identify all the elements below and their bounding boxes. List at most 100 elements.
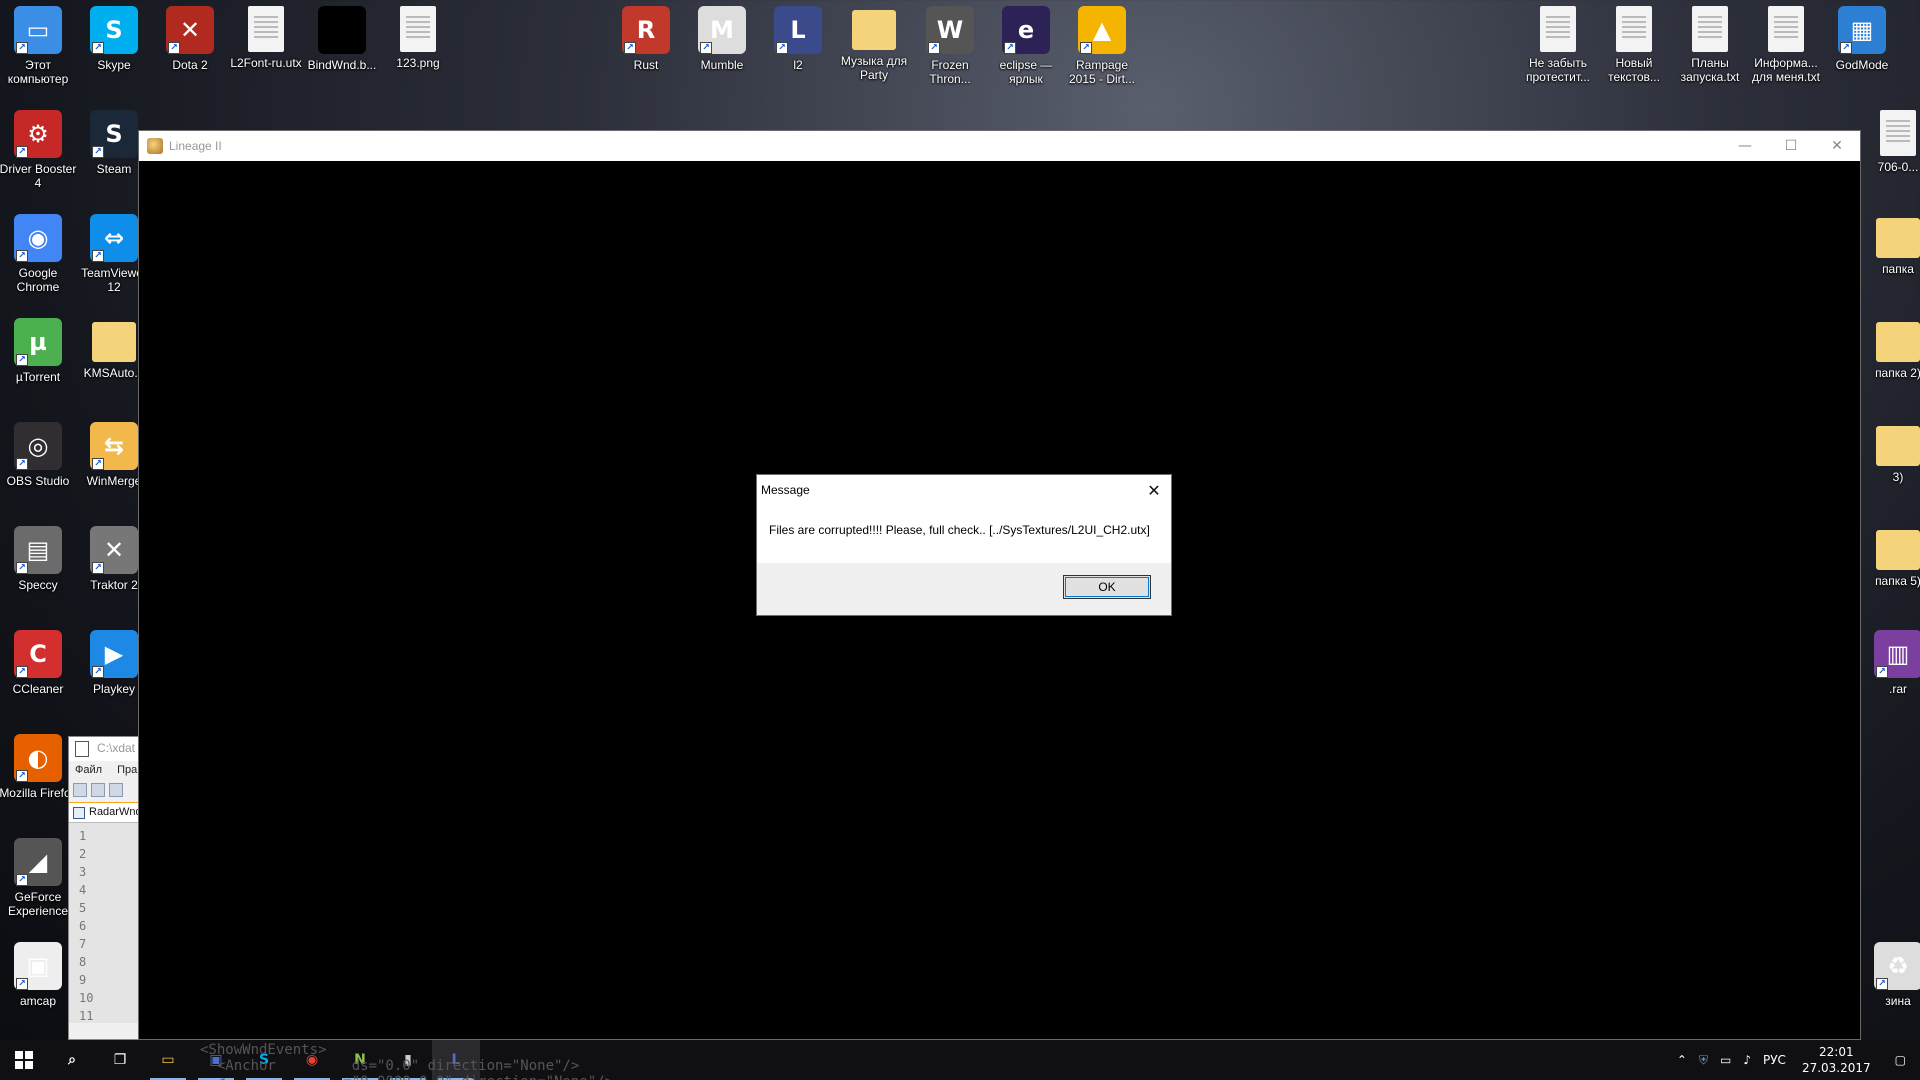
dialog-close-button[interactable]: ✕ <box>1143 479 1165 501</box>
folder-icon <box>92 322 136 362</box>
desktop-icon[interactable]: ✕ ↗ Dota 2 <box>152 0 228 100</box>
desktop-icon[interactable]: папка 5) <box>1860 520 1920 620</box>
shortcut-arrow-icon: ↗ <box>776 42 788 54</box>
utorrent-icon: µ ↗ <box>14 318 62 366</box>
desktop-icon[interactable]: Планы запуска.txt <box>1672 0 1748 100</box>
desktop-icon[interactable]: ◉ ↗ Google Chrome <box>0 208 76 308</box>
show-hidden-icons-button[interactable]: ⌃ <box>1671 1040 1693 1080</box>
desktop-icon[interactable]: ▭ ↗ Этот компьютер <box>0 0 76 100</box>
ok-button[interactable]: OK <box>1063 575 1151 599</box>
desktop-icon[interactable]: R ↗ Rust <box>608 0 684 100</box>
desktop-icon[interactable]: C ↗ CCleaner <box>0 624 76 724</box>
shortcut-arrow-icon: ↗ <box>16 562 28 574</box>
dota2-icon: ✕ ↗ <box>166 6 214 54</box>
text-file-icon <box>1880 110 1916 156</box>
desktop-icon[interactable]: ◐ ↗ Mozilla Firefox <box>0 728 77 828</box>
desktop-icon[interactable]: 123.png <box>380 0 456 100</box>
desktop-icon[interactable]: ▥ ↗ .rar <box>1860 624 1920 724</box>
desktop-icon-label: 3) <box>1892 470 1904 484</box>
save-file-icon[interactable] <box>109 783 123 797</box>
lineage2-icon: L <box>451 1052 461 1068</box>
taskbar-lineage2-button[interactable]: L <box>432 1040 480 1080</box>
desktop-icon[interactable]: Музыка для Party <box>836 0 912 100</box>
folder-icon <box>1876 530 1920 570</box>
maximize-button[interactable]: ☐ <box>1768 131 1814 161</box>
firefox-icon: ◐ ↗ <box>14 734 62 782</box>
desktop-icon-label: µTorrent <box>15 370 61 384</box>
language-indicator[interactable]: РУС <box>1757 1040 1792 1080</box>
minimize-button[interactable]: — <box>1722 131 1768 161</box>
file-black-icon <box>318 6 366 54</box>
desktop-icon[interactable]: папка 2) <box>1860 312 1920 412</box>
shortcut-arrow-icon: ↗ <box>16 978 28 990</box>
taskbar-cmd-button[interactable]: ▮ <box>384 1040 432 1080</box>
desktop-icon[interactable]: ◢ ↗ GeForce Experience <box>0 832 76 932</box>
lineage2-titlebar[interactable]: Lineage II — ☐ ✕ <box>139 131 1860 161</box>
shortcut-arrow-icon: ↗ <box>1876 666 1888 678</box>
close-button[interactable]: ✕ <box>1814 131 1860 161</box>
desktop-icon[interactable]: BindWnd.b... <box>304 0 380 100</box>
notepad-menu-edit[interactable]: Пра <box>117 764 137 776</box>
desktop-icon[interactable]: ▣ ↗ amcap <box>0 936 76 1036</box>
notepad-window[interactable]: C:\xdat Файл Пра RadarWnd 1 2 3 4 5 6 7 8 9 10 11 <box>68 736 140 1040</box>
desktop-icon[interactable]: ⚙ ↗ Driver Booster 4 <box>0 104 76 204</box>
open-file-icon[interactable] <box>91 783 105 797</box>
line-number: 9 <box>79 973 87 987</box>
driver-booster-icon: ⚙ ↗ <box>14 110 62 158</box>
taskbar-explorer-button[interactable]: ▭ <box>144 1040 192 1080</box>
notepad-tab[interactable]: RadarWnd <box>69 803 139 823</box>
desktop-icon[interactable]: S ↗ Skype <box>76 0 152 100</box>
shortcut-arrow-icon: ↗ <box>16 250 28 262</box>
desktop-icon[interactable]: Информа... для меня.txt <box>1748 0 1824 100</box>
desktop-icon[interactable]: µ ↗ µTorrent <box>0 312 76 412</box>
notepad-title: C:\xdat <box>97 741 136 755</box>
desktop-icon[interactable]: W ↗ Frozen Thron... <box>912 0 988 100</box>
notepadpp-icon: N <box>354 1052 366 1068</box>
ccleaner-icon: C ↗ <box>14 630 62 678</box>
folder-icon <box>1876 426 1920 466</box>
shortcut-arrow-icon: ↗ <box>928 42 940 54</box>
notepad-menu-file[interactable]: Файл <box>75 764 102 776</box>
taskbar-chrome-button[interactable]: ◉ <box>288 1040 336 1080</box>
desktop-icon[interactable]: ▲ ↗ Rampage 2015 - Dirt... <box>1064 0 1140 100</box>
desktop-icon[interactable]: e ↗ eclipse — ярлык <box>988 0 1064 100</box>
text-file-icon <box>1616 6 1652 52</box>
desktop-icon[interactable]: L ↗ l2 <box>760 0 836 100</box>
taskbar-notepadpp-button[interactable]: N <box>336 1040 384 1080</box>
new-file-icon[interactable] <box>73 783 87 797</box>
volume-icon[interactable]: ♪ <box>1737 1040 1757 1080</box>
desktop-icon[interactable]: 706-0... <box>1860 104 1920 204</box>
desktop-icon-label: папка <box>1882 262 1914 276</box>
desktop-icon[interactable]: ◎ ↗ OBS Studio <box>0 416 76 516</box>
desktop-icon[interactable]: L2Font-ru.utx <box>228 0 304 100</box>
desktop-icon-label: Google Chrome <box>16 266 60 294</box>
taskbar-search-button[interactable]: ⌕ <box>48 1040 96 1080</box>
taskbar-task-view-button[interactable]: ❐ <box>96 1040 144 1080</box>
desktop-icon[interactable]: M ↗ Mumble <box>684 0 760 100</box>
desktop-icon-label: Mumble <box>700 58 744 72</box>
shortcut-arrow-icon: ↗ <box>1080 42 1092 54</box>
shortcut-arrow-icon: ↗ <box>16 666 28 678</box>
taskbar-save-button[interactable]: ▣ <box>192 1040 240 1080</box>
desktop-icon[interactable]: ♻ ↗ зина <box>1860 936 1920 1036</box>
console-icon: ▮ <box>404 1052 412 1068</box>
desktop-icon[interactable]: Не забыть протестит... <box>1520 0 1596 100</box>
desktop-icon[interactable]: ▤ ↗ Speccy <box>0 520 76 620</box>
desktop-icon[interactable]: Новый текстов... <box>1596 0 1672 100</box>
clock[interactable]: 22:01 27.03.2017 <box>1792 1040 1881 1080</box>
taskbar-skype-button[interactable]: S <box>240 1040 288 1080</box>
shortcut-arrow-icon: ↗ <box>92 562 104 574</box>
desktop-icon[interactable]: 3) <box>1860 416 1920 516</box>
desktop-icon[interactable]: папка <box>1860 208 1920 308</box>
start-button[interactable] <box>0 1040 48 1080</box>
network-icon[interactable]: ▭ <box>1714 1040 1737 1080</box>
notepad-titlebar[interactable]: C:\xdat <box>69 737 139 761</box>
desktop-icon[interactable]: ▦ ↗ GodMode <box>1824 0 1900 100</box>
dialog-titlebar[interactable]: Message ✕ <box>757 475 1171 505</box>
control-panel-icon: ▦ ↗ <box>1838 6 1886 54</box>
playkey-icon: ▶ ↗ <box>90 630 138 678</box>
line-number: 2 <box>79 847 87 861</box>
action-center-icon[interactable]: ▢ <box>1881 1040 1920 1080</box>
line-number: 10 <box>79 991 94 1005</box>
shield-icon[interactable]: ⛨ <box>1693 1040 1714 1080</box>
